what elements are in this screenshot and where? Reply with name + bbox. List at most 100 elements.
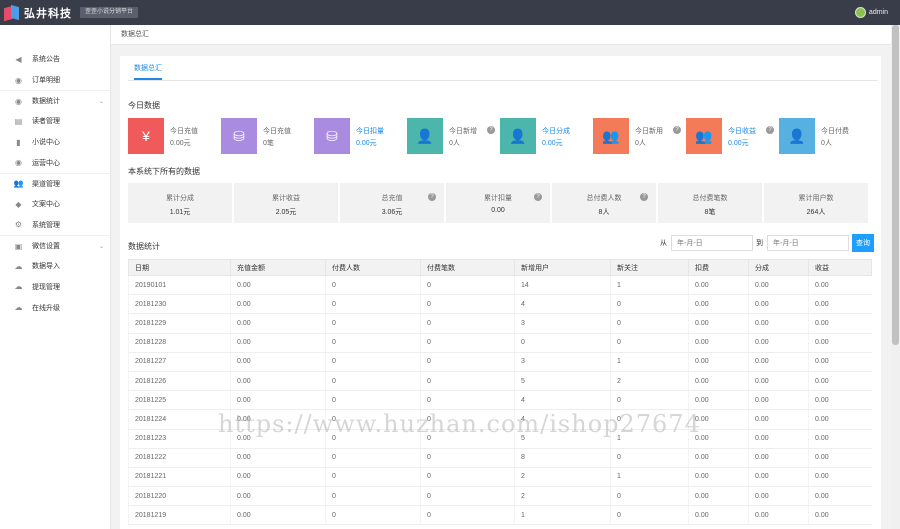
sidebar-item[interactable]: 👥 渠道管理 bbox=[0, 173, 110, 194]
sidebar-item[interactable]: ☁ 在线升级 bbox=[0, 297, 110, 318]
card-label: 今日付费 bbox=[821, 128, 849, 135]
stat-value: 1.01元 bbox=[169, 209, 191, 216]
circle-icon: ◉ bbox=[15, 96, 22, 106]
summary-stats: 累计分成 1.01元 累计收益 2.05元 总充值 3.06元? 累计扣量 0.00? 总付费人… bbox=[128, 183, 870, 223]
user-add-icon: 👤 bbox=[500, 118, 536, 154]
table-cell: 0 bbox=[325, 505, 421, 526]
to-label: 到 bbox=[756, 240, 763, 247]
sidebar-item[interactable]: ⚙ 系统管理 bbox=[0, 215, 110, 236]
coins-icon: ⛁ bbox=[221, 118, 257, 154]
table-cell: 20181229 bbox=[128, 313, 231, 334]
card-value: 0.00元 bbox=[728, 140, 749, 147]
help-icon[interactable]: ? bbox=[766, 126, 774, 134]
table-cell: 20181219 bbox=[128, 505, 231, 526]
table-cell: 5 bbox=[514, 371, 611, 392]
table-cell: 2 bbox=[514, 486, 611, 507]
table-cell: 1 bbox=[610, 275, 689, 296]
table-cell: 0.00 bbox=[688, 390, 749, 411]
table-cell: 0.00 bbox=[808, 275, 872, 296]
table-cell: 0.00 bbox=[748, 505, 809, 526]
table-cell: 0.00 bbox=[688, 275, 749, 296]
user-name: admin bbox=[868, 9, 888, 16]
table-cell: 4 bbox=[514, 409, 611, 430]
table-cell: 0 bbox=[420, 505, 515, 526]
card-label: 今日新用 bbox=[635, 128, 663, 135]
main-panel: 数据总汇 今日数据 ¥ 今日充值 0.00元 ⛁ 今日充值 0笔 ⛁ 今日扣量 0.00元 👤 今日… bbox=[120, 56, 881, 529]
help-icon[interactable]: ? bbox=[640, 193, 648, 201]
table-cell: 0.00 bbox=[688, 448, 749, 468]
summary-stat: 累计分成 1.01元 bbox=[128, 183, 232, 223]
card-label: 今日扣量 bbox=[356, 128, 384, 135]
table-cell: 0.00 bbox=[688, 371, 749, 392]
logo-icon bbox=[4, 4, 20, 21]
table-cell: 20181226 bbox=[128, 371, 231, 392]
card-label: 今日新增 bbox=[449, 128, 477, 135]
column-header: 收益 bbox=[808, 259, 872, 276]
table-cell: 0.00 bbox=[808, 448, 872, 468]
table-row: 20181222 0.00 0 0 8 0 0.00 0.00 0.00 bbox=[128, 448, 872, 468]
user-icon: 👤 bbox=[779, 118, 815, 154]
end-date-input[interactable] bbox=[767, 235, 849, 251]
table-cell: 0.00 bbox=[230, 275, 326, 296]
sidebar-item[interactable]: ☁ 数据导入 bbox=[0, 256, 110, 277]
search-button[interactable]: 查询 bbox=[852, 234, 874, 252]
sidebar-item-label: 在线升级 bbox=[32, 304, 60, 312]
table-cell: 0.00 bbox=[808, 486, 872, 507]
table-cell: 0 bbox=[610, 294, 689, 315]
sidebar-item[interactable]: ☁ 提现管理 bbox=[0, 277, 110, 298]
table-cell: 8 bbox=[514, 448, 611, 468]
sidebar-item[interactable]: ◀ 系统公告 bbox=[0, 49, 110, 70]
table-cell: 0 bbox=[420, 333, 515, 353]
table-cell: 0 bbox=[420, 409, 515, 430]
sidebar-item-label: 读者管理 bbox=[32, 118, 60, 126]
column-header: 扣费 bbox=[688, 259, 749, 276]
start-date-input[interactable] bbox=[671, 235, 753, 251]
table-cell: 1 bbox=[514, 505, 611, 526]
table-cell: 20181224 bbox=[128, 409, 231, 430]
table-cell: 20181230 bbox=[128, 294, 231, 315]
chevron-down-icon: ⌄ bbox=[98, 98, 104, 105]
stat-label: 累计用户数 bbox=[798, 195, 834, 202]
table-cell: 20181228 bbox=[128, 333, 231, 353]
user-menu[interactable]: admin bbox=[854, 7, 888, 18]
column-header: 新增用户 bbox=[514, 259, 611, 276]
table-cell: 0.00 bbox=[808, 429, 872, 449]
brand-name: 弘井科技 bbox=[24, 7, 72, 20]
sidebar-item-label: 数据导入 bbox=[32, 263, 60, 271]
column-header: 付费人数 bbox=[325, 259, 421, 276]
help-icon[interactable]: ? bbox=[428, 193, 436, 201]
sidebar-item[interactable]: ◉ 运营中心 bbox=[0, 152, 110, 173]
sidebar-item[interactable]: ◉ 数据统计 ⌄ bbox=[0, 90, 110, 111]
sidebar-item[interactable]: ◆ 文案中心 bbox=[0, 194, 110, 215]
table-cell: 0.00 bbox=[748, 448, 809, 468]
sidebar-item[interactable]: ▮ 小说中心 bbox=[0, 132, 110, 153]
column-header: 分成 bbox=[748, 259, 809, 276]
stat-label: 总付费笔数 bbox=[692, 195, 728, 202]
table-row: 20181230 0.00 0 0 4 0 0.00 0.00 0.00 bbox=[128, 294, 872, 315]
table-cell: 0.00 bbox=[230, 467, 326, 488]
table-cell: 0.00 bbox=[808, 505, 872, 526]
sidebar-item[interactable]: ▣ 微信设置 ⌄ bbox=[0, 235, 110, 256]
table-cell: 0.00 bbox=[748, 429, 809, 449]
pin-icon: ◆ bbox=[15, 199, 22, 209]
help-icon[interactable]: ? bbox=[673, 126, 681, 134]
table-row: 20181226 0.00 0 0 5 2 0.00 0.00 0.00 bbox=[128, 371, 872, 392]
scrollbar-thumb[interactable] bbox=[892, 25, 899, 345]
column-header: 新关注 bbox=[610, 259, 689, 276]
help-icon[interactable]: ? bbox=[487, 126, 495, 134]
table-cell: 0 bbox=[420, 448, 515, 468]
tab-data-summary[interactable]: 数据总汇 bbox=[134, 63, 162, 80]
sidebar-item[interactable]: ▤ 读者管理 bbox=[0, 111, 110, 132]
sidebar-item[interactable]: ◉ 订单明细 bbox=[0, 70, 110, 91]
today-card: ¥ 今日充值 0.00元 bbox=[128, 118, 216, 156]
table-cell: 0.00 bbox=[808, 313, 872, 334]
top-bar: 弘井科技 歪歪小说分销平台 admin bbox=[0, 0, 900, 25]
circle-icon: ◉ bbox=[15, 158, 22, 168]
help-icon[interactable]: ? bbox=[534, 193, 542, 201]
page-scrollbar[interactable] bbox=[891, 25, 900, 529]
card-value: 0人 bbox=[635, 140, 646, 147]
table-cell: 0.00 bbox=[688, 313, 749, 334]
table-cell: 3 bbox=[514, 313, 611, 334]
table-cell: 0.00 bbox=[808, 371, 872, 392]
table-row: 20181219 0.00 0 0 1 0 0.00 0.00 0.00 bbox=[128, 505, 872, 526]
